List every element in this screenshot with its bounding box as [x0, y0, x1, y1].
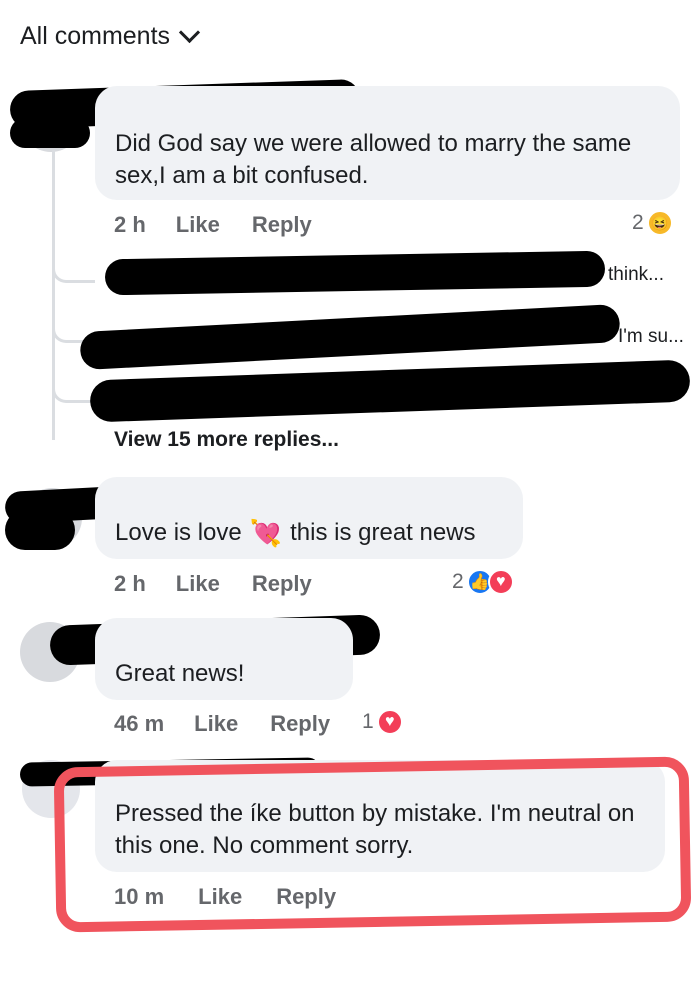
- comment-text-start: Love is love: [115, 519, 242, 546]
- reply-button[interactable]: Reply: [252, 571, 312, 597]
- comment-text: Did God say we were allowed to marry the…: [115, 130, 632, 189]
- comment-text: Great news!: [115, 660, 245, 687]
- comment-bubble: Did God say we were allowed to marry the…: [95, 86, 680, 200]
- comment-bubble: Great news!: [95, 618, 353, 700]
- thread-branch: [52, 250, 95, 283]
- reaction-summary[interactable]: 1 ♥: [362, 709, 403, 735]
- thread-branch: [52, 370, 95, 403]
- reaction-count: 2: [632, 211, 644, 234]
- comment-time[interactable]: 2 h: [114, 571, 146, 597]
- all-comments-filter[interactable]: All comments: [20, 21, 201, 51]
- redaction: [5, 510, 75, 550]
- red-highlight-annotation: [53, 756, 692, 933]
- reaction-count: 1: [362, 710, 374, 733]
- comment-bubble: Love is love 💘 this is great news: [95, 477, 523, 559]
- chevron-down-icon: [178, 21, 201, 44]
- heart-with-arrow-icon: 💘: [249, 518, 283, 548]
- reply-preview-redacted[interactable]: [104, 250, 606, 296]
- haha-emoji-icon: 😆: [646, 210, 673, 236]
- comment-text-end: this is great news: [290, 519, 476, 546]
- reply-preview-text: think...: [608, 264, 664, 285]
- reaction-summary[interactable]: 2 😆: [632, 210, 673, 236]
- reaction-count: 2: [452, 570, 464, 593]
- comment-actions: 2 h Like Reply: [114, 571, 312, 597]
- comment-time[interactable]: 46 m: [114, 711, 164, 737]
- reply-preview-redacted[interactable]: [79, 303, 621, 371]
- comment-time[interactable]: 2 h: [114, 212, 146, 238]
- comment-actions: 2 h Like Reply: [114, 212, 312, 238]
- reply-button[interactable]: Reply: [252, 212, 312, 238]
- comment-actions: 46 m Like Reply: [114, 711, 330, 737]
- reply-preview-redacted[interactable]: [89, 359, 691, 423]
- redaction: [10, 118, 90, 148]
- reply-button[interactable]: Reply: [270, 711, 330, 737]
- reply-preview-text: I'm su...: [618, 326, 684, 347]
- comment-text: Love is love 💘 this is great news: [115, 517, 476, 549]
- like-button[interactable]: Like: [176, 212, 220, 238]
- love-emoji-icon: ♥: [487, 569, 514, 595]
- reaction-summary[interactable]: 2 👍 ♥: [452, 569, 514, 595]
- love-emoji-icon: ♥: [376, 709, 403, 735]
- view-more-replies-link[interactable]: View 15 more replies...: [114, 428, 339, 452]
- like-button[interactable]: Like: [176, 571, 220, 597]
- like-button[interactable]: Like: [194, 711, 238, 737]
- filter-label: All comments: [20, 22, 171, 50]
